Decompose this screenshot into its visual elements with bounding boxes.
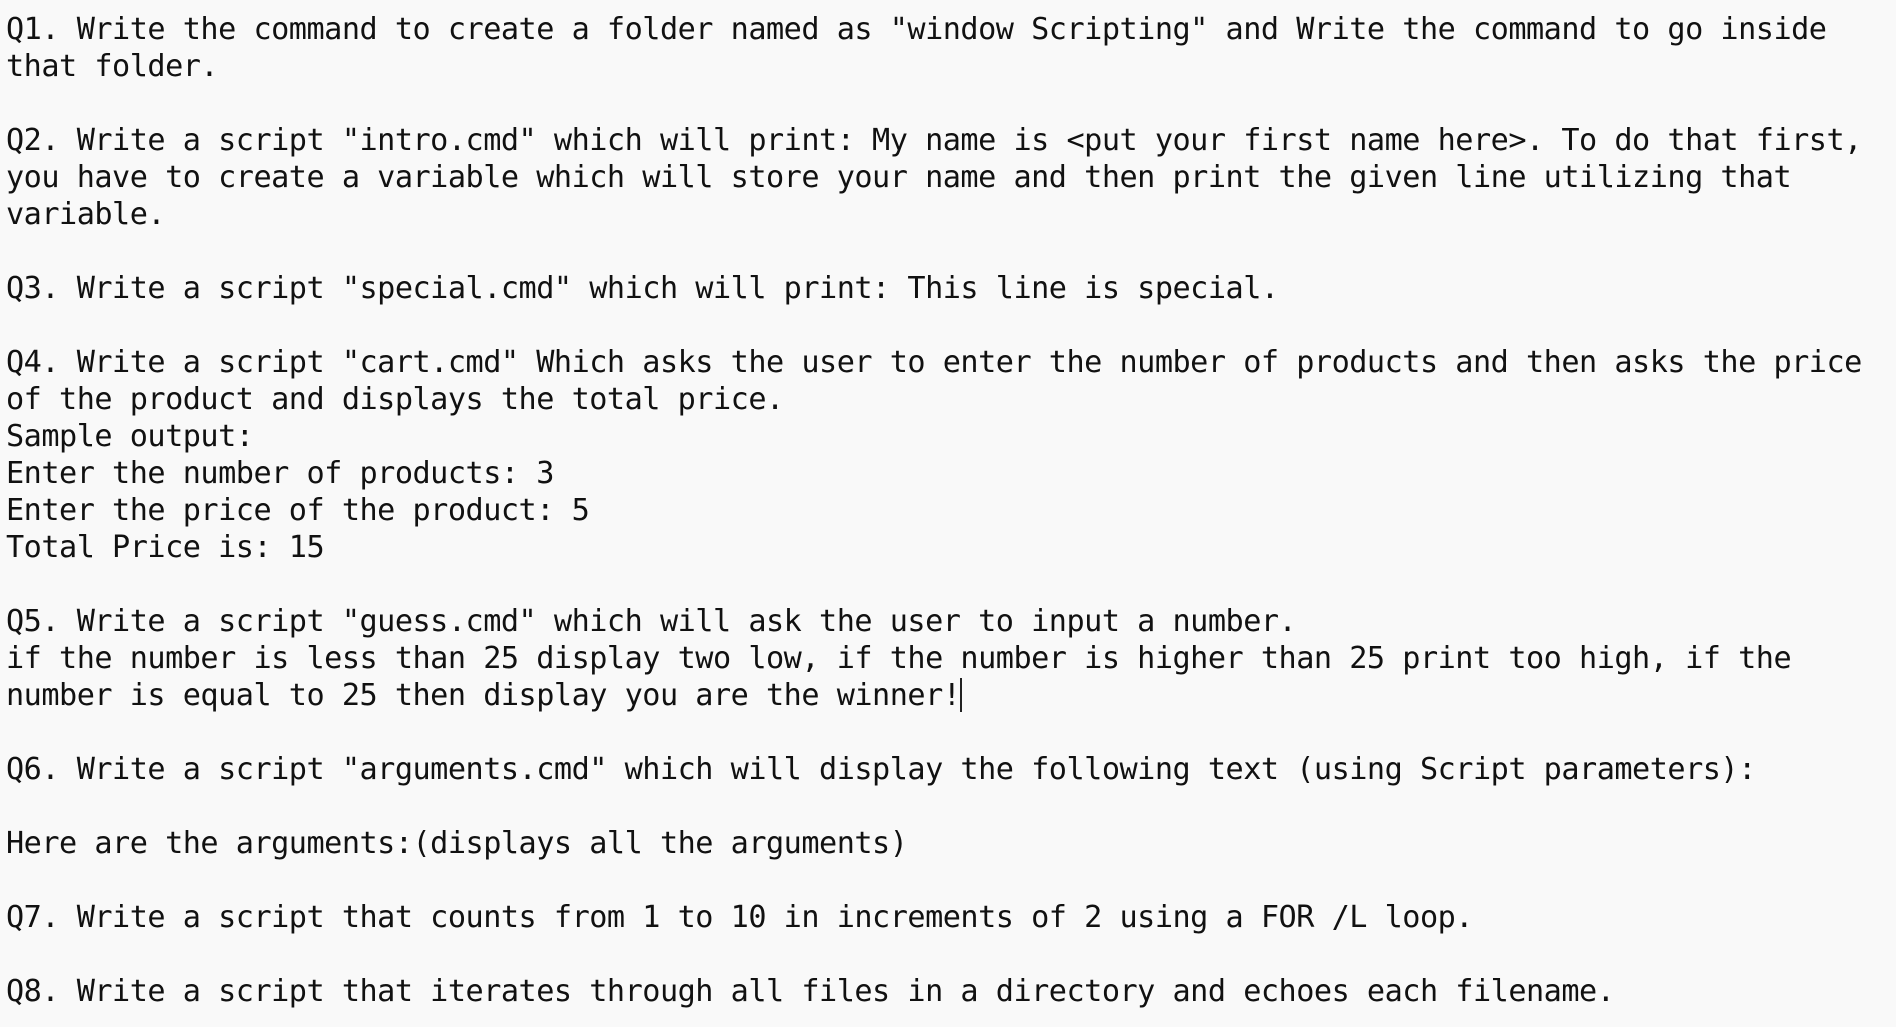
- text-editor-content[interactable]: Q1. Write the command to create a folder…: [6, 11, 1890, 1010]
- q6-line-1: Q6. Write a script "arguments.cmd" which…: [6, 752, 1756, 787]
- q7-line-1: Q7. Write a script that counts from 1 to…: [6, 900, 1473, 935]
- q4-sample-heading: Sample output:: [6, 419, 254, 454]
- q3-line-1: Q3. Write a script "special.cmd" which w…: [6, 271, 1279, 306]
- q5-line-3: number is equal to 25 then display you a…: [6, 677, 1890, 714]
- q6-line-2: Here are the arguments:(displays all the…: [6, 826, 908, 861]
- q4-sample-line-1: Enter the number of products: 3: [6, 456, 554, 491]
- q1-line-1: Q1. Write the command to create a folder…: [6, 12, 1827, 47]
- q1-line-2: that folder.: [6, 49, 219, 84]
- text-cursor: [960, 678, 963, 712]
- q5-line-3-text: number is equal to 25 then display you a…: [6, 678, 961, 713]
- q4-line-2: of the product and displays the total pr…: [6, 382, 784, 417]
- q4-sample-line-2: Enter the price of the product: 5: [6, 493, 590, 528]
- q5-line-2: if the number is less than 25 display tw…: [6, 641, 1792, 676]
- q2-line-1: Q2. Write a script "intro.cmd" which wil…: [6, 123, 1862, 158]
- q8-line-1: Q8. Write a script that iterates through…: [6, 974, 1615, 1009]
- q4-line-1: Q4. Write a script "cart.cmd" Which asks…: [6, 345, 1862, 380]
- q5-line-1: Q5. Write a script "guess.cmd" which wil…: [6, 604, 1297, 639]
- q4-sample-line-3: Total Price is: 15: [6, 530, 325, 565]
- q2-line-3: variable.: [6, 197, 166, 232]
- q2-line-2: you have to create a variable which will…: [6, 160, 1792, 195]
